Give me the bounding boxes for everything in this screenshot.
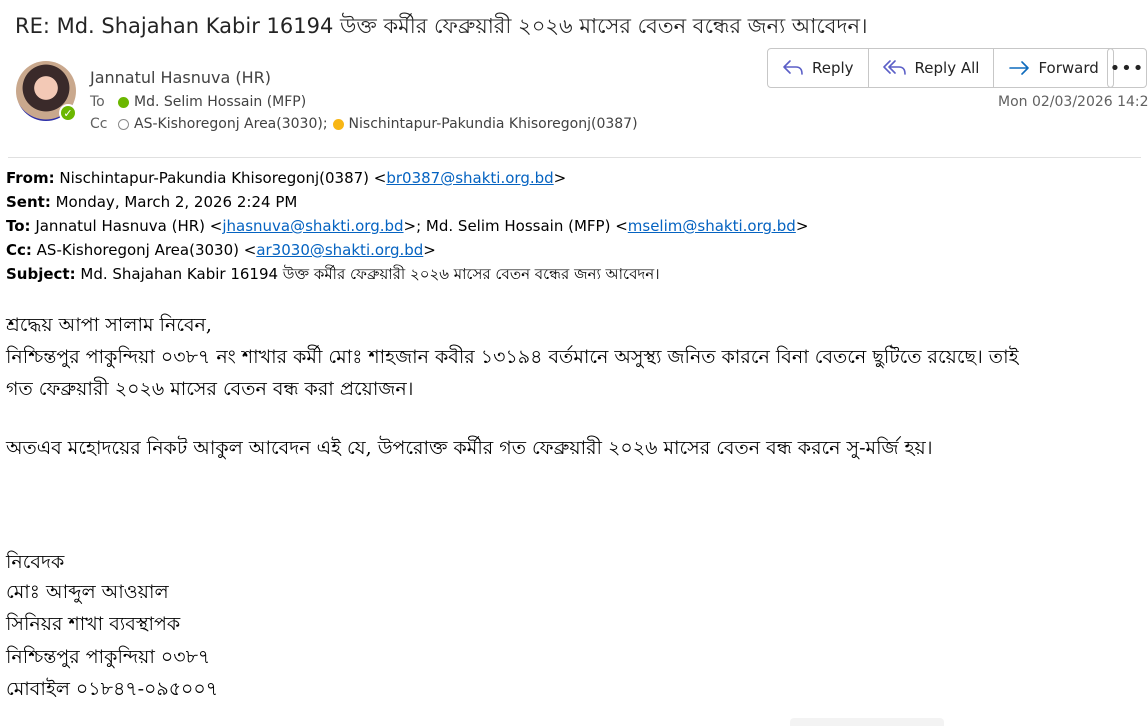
bottom-scroll-tab bbox=[790, 718, 944, 726]
signature-line-3: সিনিয়র শাখা ব্যবস্থাপক bbox=[6, 613, 181, 635]
quoted-to-label: To: bbox=[6, 217, 31, 235]
received-timestamp: Mon 02/03/2026 14:28 bbox=[998, 94, 1148, 110]
quoted-cc-close: > bbox=[423, 241, 436, 259]
quoted-from-label: From: bbox=[6, 169, 55, 187]
body-greeting: শ্রদ্ধেয় আপা সালাম নিবেন, bbox=[6, 314, 212, 336]
presence-available-icon: ✓ bbox=[59, 104, 77, 122]
reply-icon bbox=[783, 60, 803, 75]
header-divider bbox=[8, 157, 1141, 158]
cc-recipient-2[interactable]: Nischintapur-Pakundia Khisoregonj(0387) bbox=[349, 116, 638, 132]
body-paragraph-1-line-2: গত ফেব্রুয়ারী ২০২৬ মাসের বেতন বন্ধ করা … bbox=[6, 378, 414, 400]
quoted-cc-name: AS-Kishoregonj Area(3030) < bbox=[31, 241, 257, 259]
presence-away-icon bbox=[332, 118, 344, 130]
quoted-header: From: Nischintapur-Pakundia Khisoregonj(… bbox=[6, 166, 808, 286]
signature-line-2: মোঃ আব্দুল আওয়াল bbox=[6, 581, 169, 603]
body-paragraph-1-line-1: নিশ্চিন্তপুর পাকুন্দিয়া ০৩৮৭ নং শাখার ক… bbox=[6, 346, 1019, 368]
quoted-cc-label: Cc: bbox=[6, 241, 32, 259]
quoted-from-close: > bbox=[553, 169, 567, 187]
quoted-from-name: Nischintapur-Pakundia Khisoregonj(0387) … bbox=[54, 169, 387, 187]
more-actions-button[interactable]: ••• bbox=[1107, 48, 1147, 88]
quoted-to-close: > bbox=[795, 217, 809, 235]
to-label: To bbox=[90, 94, 105, 110]
quoted-sent-value: Monday, March 2, 2026 2:24 PM bbox=[50, 193, 298, 211]
quoted-to-name-1: Jannatul Hasnuva (HR) < bbox=[30, 217, 223, 235]
quoted-to-name-2: >; Md. Selim Hossain (MFP) < bbox=[403, 217, 628, 235]
cc-recipient-1[interactable]: AS-Kishoregonj Area(3030); bbox=[134, 116, 328, 132]
quoted-to-email-link-1[interactable]: jhasnuva@shakti.org.bd bbox=[222, 217, 403, 235]
to-row: To Md. Selim Hossain (MFP) bbox=[90, 94, 306, 110]
quoted-from-email-link[interactable]: br0387@shakti.org.bd bbox=[386, 169, 553, 187]
quoted-to-email-link-2[interactable]: mselim@shakti.org.bd bbox=[628, 217, 796, 235]
signature-line-1: নিবেদক bbox=[6, 551, 65, 573]
quoted-cc-line: Cc: AS-Kishoregonj Area(3030) <ar3030@sh… bbox=[6, 238, 808, 262]
quoted-subject-line: Subject: Md. Shajahan Kabir 16194 উক্ত ক… bbox=[6, 262, 808, 286]
reply-button[interactable]: Reply bbox=[768, 49, 869, 87]
to-recipient[interactable]: Md. Selim Hossain (MFP) bbox=[134, 94, 306, 110]
presence-offline-icon bbox=[118, 118, 129, 130]
reply-all-label: Reply All bbox=[914, 59, 980, 77]
quoted-subject-value: Md. Shajahan Kabir 16194 উক্ত কর্মীর ফেব… bbox=[75, 265, 660, 283]
forward-button[interactable]: Forward bbox=[994, 49, 1112, 87]
sender-name[interactable]: Jannatul Hasnuva (HR) bbox=[90, 68, 271, 87]
cc-label: Cc bbox=[90, 116, 108, 132]
signature-line-4: নিশ্চিন্তপুর পাকুন্দিয়া ০৩৮৭ bbox=[6, 646, 211, 668]
reply-label: Reply bbox=[812, 59, 854, 77]
presence-available-icon bbox=[118, 96, 129, 108]
quoted-subject-label: Subject: bbox=[6, 265, 76, 283]
forward-icon bbox=[1009, 61, 1030, 75]
quoted-to-line: To: Jannatul Hasnuva (HR) <jhasnuva@shak… bbox=[6, 214, 808, 238]
body-paragraph-2: অতএব মহোদয়ের নিকট আকুল আবেদন এই যে, উপর… bbox=[6, 437, 933, 459]
cc-row: Cc AS-Kishoregonj Area(3030); Nischintap… bbox=[90, 116, 638, 132]
quoted-from-line: From: Nischintapur-Pakundia Khisoregonj(… bbox=[6, 166, 808, 190]
signature-line-5: মোবাইল ০১৮৪৭-০৯৫০০৭ bbox=[6, 678, 219, 700]
reply-all-icon bbox=[882, 60, 906, 75]
reply-button-group: Reply Reply All Forward bbox=[767, 48, 1114, 88]
quoted-cc-email-link[interactable]: ar3030@shakti.org.bd bbox=[256, 241, 423, 259]
quoted-sent-label: Sent: bbox=[6, 193, 51, 211]
email-subject: RE: Md. Shajahan Kabir 16194 উক্ত কর্মীর… bbox=[15, 14, 868, 38]
quoted-sent-line: Sent: Monday, March 2, 2026 2:24 PM bbox=[6, 190, 808, 214]
reply-all-button[interactable]: Reply All bbox=[869, 49, 995, 87]
forward-label: Forward bbox=[1038, 59, 1099, 77]
